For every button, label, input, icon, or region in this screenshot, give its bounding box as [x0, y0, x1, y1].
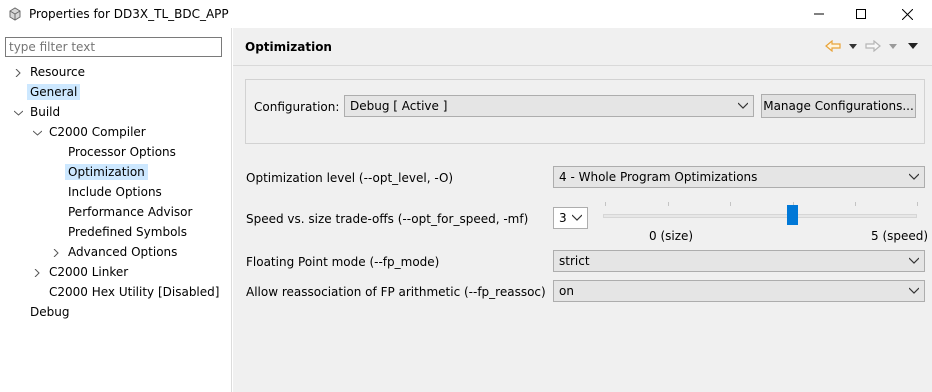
tree-item-performance-advisor[interactable]: Performance Advisor	[65, 202, 195, 222]
chevron-right-icon[interactable]	[51, 248, 61, 258]
configuration-select[interactable]: Debug [ Active ]	[344, 95, 754, 117]
slider-tick	[730, 202, 731, 206]
tree-item-advanced-options[interactable]: Advanced Options	[65, 242, 180, 262]
close-button[interactable]	[884, 0, 930, 28]
arrow-right-icon	[865, 40, 881, 52]
tree-item-resource[interactable]: Resource	[27, 62, 88, 82]
tree-item-c2000-hex-utility[interactable]: C2000 Hex Utility [Disabled]	[46, 282, 222, 302]
slider-track[interactable]	[603, 214, 917, 218]
speed-label: Speed vs. size trade-offs (--opt_for_spe…	[246, 212, 529, 226]
page-title: Optimization	[245, 40, 332, 54]
slider-tick	[668, 202, 669, 206]
back-button[interactable]	[825, 38, 841, 54]
maximize-button[interactable]	[838, 0, 884, 28]
chevron-down-icon	[572, 214, 582, 221]
back-dropdown[interactable]	[849, 38, 857, 54]
minimize-icon	[814, 13, 824, 15]
slider-thumb[interactable]	[787, 205, 798, 225]
fp-reassoc-select[interactable]: on	[553, 280, 925, 302]
slider-tick	[855, 202, 856, 206]
speed-max-label: 5 (speed)	[871, 229, 929, 243]
slider-tick	[605, 202, 606, 206]
forward-dropdown[interactable]	[889, 38, 897, 54]
view-menu-button[interactable]	[908, 38, 918, 54]
title-bar: Properties for DD3X_TL_BDC_APP	[0, 0, 932, 28]
speed-min-label: 0 (size)	[649, 229, 694, 243]
minimize-button[interactable]	[796, 0, 842, 28]
slider-tick	[917, 202, 918, 206]
chevron-down-icon	[908, 43, 918, 49]
right-panel: Optimization Configuration: Debug [ Acti…	[233, 28, 932, 392]
chevron-down-icon[interactable]	[13, 108, 23, 118]
close-icon	[901, 8, 913, 20]
chevron-down-icon	[849, 43, 857, 49]
maximize-icon	[856, 9, 866, 19]
chevron-down-icon	[909, 257, 919, 264]
tree-item-c2000-compiler[interactable]: C2000 Compiler	[46, 122, 149, 142]
configuration-group: Configuration: Debug [ Active ] Manage C…	[245, 79, 925, 144]
opt-level-select[interactable]: 4 - Whole Program Optimizations	[553, 166, 925, 188]
chevron-down-icon	[738, 102, 748, 109]
chevron-down-icon	[909, 287, 919, 294]
tree-item-processor-options[interactable]: Processor Options	[65, 142, 179, 162]
tree-item-include-options[interactable]: Include Options	[65, 182, 165, 202]
chevron-down-icon	[889, 43, 897, 49]
page-header: Optimization	[233, 28, 932, 66]
fp-mode-select[interactable]: strict	[553, 250, 925, 272]
left-panel: Resource General Build C2000 Compiler Pr…	[0, 28, 232, 392]
arrow-left-icon	[825, 40, 841, 52]
tree-item-predefined-symbols[interactable]: Predefined Symbols	[65, 222, 190, 242]
forward-button[interactable]	[865, 38, 881, 54]
fp-reassoc-label: Allow reassociation of FP arithmetic (--…	[246, 285, 546, 299]
chevron-down-icon	[909, 173, 919, 180]
gear-box-icon	[9, 7, 21, 21]
chevron-down-icon[interactable]	[32, 128, 42, 138]
chevron-right-icon[interactable]	[13, 68, 23, 78]
opt-level-label: Optimization level (--opt_level, -O)	[246, 171, 454, 185]
tree-item-general[interactable]: General	[27, 82, 81, 102]
chevron-right-icon[interactable]	[32, 268, 42, 278]
speed-select[interactable]: 3	[553, 207, 588, 229]
tree-item-optimization[interactable]: Optimization	[65, 162, 148, 182]
configuration-label: Configuration:	[254, 100, 340, 114]
tree-item-build[interactable]: Build	[27, 102, 63, 122]
fp-mode-label: Floating Point mode (--fp_mode)	[246, 255, 440, 269]
window-title: Properties for DD3X_TL_BDC_APP	[29, 7, 229, 21]
tree-item-debug[interactable]: Debug	[27, 302, 72, 322]
manage-configurations-button[interactable]: Manage Configurations...	[761, 94, 916, 118]
tree-item-c2000-linker[interactable]: C2000 Linker	[46, 262, 131, 282]
filter-input[interactable]	[5, 37, 222, 57]
